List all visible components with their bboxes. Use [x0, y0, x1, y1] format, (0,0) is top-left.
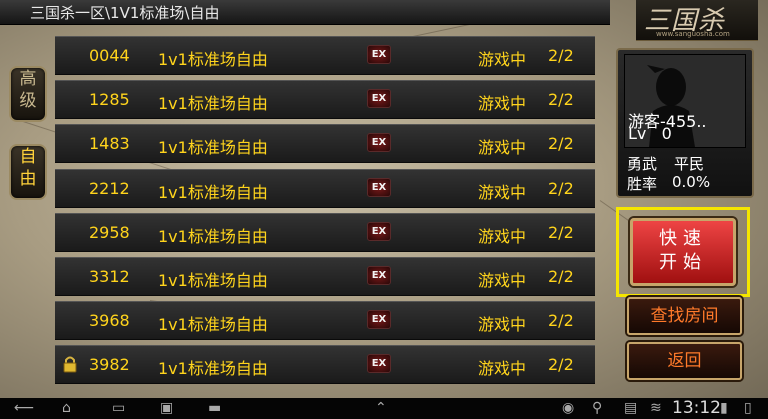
room-row[interactable]: 2958 1v1标准场自由 EX 游戏中 2/2 [55, 212, 595, 252]
clock: 13:12 [672, 398, 721, 418]
room-status: 游戏中 [478, 50, 527, 69]
room-player-count: 2/2 [548, 355, 574, 375]
ex-mode-badge: EX [367, 89, 391, 109]
battery-icon: ▯ [744, 400, 752, 416]
keyboard-icon: ▤ [624, 400, 638, 416]
level-label: Lv [628, 124, 647, 143]
quick-start-button[interactable]: 快速 开始 [630, 218, 736, 286]
room-player-count: 2/2 [548, 267, 574, 286]
room-status: 游戏中 [478, 94, 527, 114]
room-row[interactable]: 3968 1v1标准场自由 EX 游戏中 2/2 [55, 301, 595, 341]
ex-mode-badge: EX [367, 45, 391, 64]
tab-label-bottom: 级 [19, 91, 37, 111]
room-name: 1v1标准场自由 [158, 182, 268, 202]
system-bar: ⟵ ⌂ ▭ ▣ ▬ ⌃ ◉ ⚲ ▤ ≋ 13:12 ▮ ▯ [0, 398, 768, 419]
rank-value: 平民 [674, 155, 705, 173]
tab-label-bottom: 由 [19, 169, 37, 189]
room-status: 游戏中 [478, 315, 527, 335]
player-profile: 游客-455.. Lv 0 勇武 平民 胜率 0.0% [616, 48, 754, 198]
recent-apps-icon[interactable]: ▭ [112, 400, 125, 416]
room-id: 2212 [89, 178, 130, 198]
room-name: 1v1标准场自由 [158, 271, 268, 290]
tab-free[interactable]: 自 由 [9, 144, 47, 200]
quick-start-label-bottom: 开始 [659, 252, 707, 273]
room-row[interactable]: 1285 1v1标准场自由 EX 游戏中 2/2 [55, 80, 595, 120]
quick-start-highlight: 快速 开始 [616, 207, 750, 297]
room-row[interactable]: 3982 1v1标准场自由 EX 游戏中 2/2 [55, 345, 595, 385]
room-row[interactable]: 2212 1v1标准场自由 EX 游戏中 2/2 [55, 168, 595, 208]
ex-mode-badge: EX [367, 133, 391, 153]
room-name: 1v1标准场自由 [158, 359, 268, 379]
room-id: 0044 [89, 46, 130, 65]
game-logo: 三国杀 www.sanguosha.com [636, 0, 758, 41]
room-row[interactable]: 1483 1v1标准场自由 EX 游戏中 2/2 [55, 124, 595, 164]
room-status: 游戏中 [478, 182, 527, 202]
room-id: 3982 [89, 355, 130, 375]
title-bar: 三国杀一区\1V1标准场\自由 [0, 0, 610, 25]
room-status: 游戏中 [478, 271, 527, 290]
lock-icon [63, 356, 77, 373]
room-player-count: 2/2 [548, 222, 574, 242]
room-name: 1v1标准场自由 [158, 315, 268, 335]
room-name: 1v1标准场自由 [158, 138, 268, 158]
tab-label-top: 自 [19, 147, 37, 167]
room-status: 游戏中 [478, 359, 527, 379]
back-button[interactable]: 返回 [627, 342, 742, 380]
room-id: 2958 [89, 222, 130, 242]
room-name: 1v1标准场自由 [158, 226, 268, 246]
rank-label: 勇武 [627, 155, 658, 173]
room-player-count: 2/2 [548, 134, 574, 154]
ex-mode-badge: EX [367, 354, 391, 374]
winrate-value: 0.0% [672, 173, 711, 191]
room-status: 游戏中 [478, 226, 527, 246]
room-id: 3968 [89, 311, 130, 331]
ex-mode-badge: EX [367, 177, 391, 197]
room-id: 3312 [89, 267, 130, 286]
back-nav-icon[interactable]: ⟵ [14, 400, 34, 416]
room-player-count: 2/2 [548, 178, 574, 198]
tab-label-top: 高 [19, 69, 37, 89]
room-row[interactable]: 0044 1v1标准场自由 EX 游戏中 2/2 [55, 36, 595, 75]
breadcrumb: 三国杀一区\1V1标准场\自由 [30, 4, 220, 22]
level-value: 0 [661, 124, 672, 143]
room-name: 1v1标准场自由 [158, 50, 268, 69]
find-room-button[interactable]: 查找房间 [627, 297, 742, 335]
tab-advanced[interactable]: 高 级 [9, 66, 47, 122]
room-row[interactable]: 3312 1v1标准场自由 EX 游戏中 2/2 [55, 257, 595, 296]
room-id: 1483 [89, 134, 130, 154]
chevron-up-icon[interactable]: ⌃ [375, 400, 387, 416]
room-player-count: 2/2 [548, 311, 574, 331]
home-icon[interactable]: ⌂ [62, 400, 71, 416]
room-player-count: 2/2 [548, 46, 574, 65]
wifi-icon: ≋ [650, 400, 662, 416]
quick-start-label-top: 快速 [659, 228, 707, 249]
room-player-count: 2/2 [548, 90, 574, 110]
ex-mode-badge: EX [367, 310, 391, 330]
room-id: 1285 [89, 90, 130, 110]
player-level: Lv 0 [628, 124, 672, 143]
signal-icon: ▮ [720, 400, 728, 416]
usb-icon: ⚲ [592, 400, 603, 416]
room-name: 1v1标准场自由 [158, 94, 268, 114]
android-icon: ◉ [562, 400, 575, 416]
screenshot-icon[interactable]: ▣ [160, 400, 173, 416]
room-status: 游戏中 [478, 138, 527, 158]
logo-url: www.sanguosha.com [656, 30, 730, 38]
ex-mode-badge: EX [367, 266, 391, 285]
ex-mode-badge: EX [367, 221, 391, 241]
menu-icon[interactable]: ▬ [208, 400, 221, 416]
winrate-label: 胜率 [627, 175, 658, 193]
